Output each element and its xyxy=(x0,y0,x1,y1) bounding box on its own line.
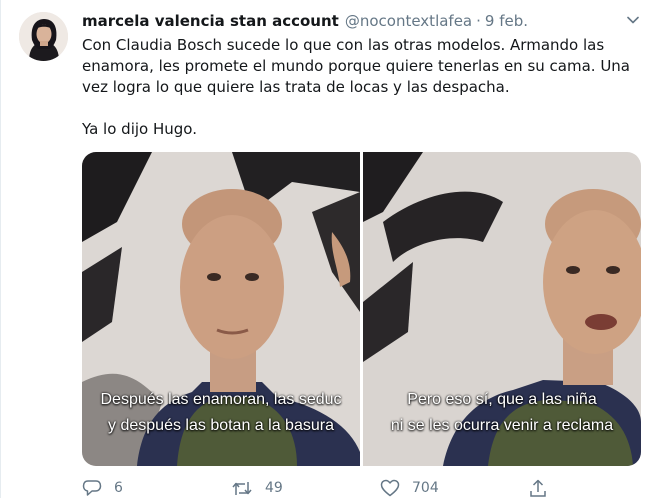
retweet-button[interactable]: 49 xyxy=(231,478,283,498)
reply-button[interactable]: 6 xyxy=(82,478,123,498)
heart-icon xyxy=(380,479,400,497)
tweet-actions: 6 49 704 xyxy=(82,478,642,498)
subtitle-line: ni se les ocurra venir a reclama xyxy=(390,417,614,434)
display-name[interactable]: marcela valencia stan account xyxy=(82,12,339,30)
tweet-text: Con Claudia Bosch sucede lo que con las … xyxy=(82,35,642,140)
tweet-header: marcela valencia stan account @nocontext… xyxy=(82,12,528,32)
media-image-right[interactable]: Pero eso sí, que a las niña ni se les oc… xyxy=(363,152,641,466)
subtitle-line: Pero eso sí, que a las niña xyxy=(407,391,597,408)
like-button[interactable]: 704 xyxy=(380,478,439,498)
share-icon xyxy=(529,479,547,498)
retweet-count: 49 xyxy=(265,480,283,496)
retweet-icon xyxy=(231,479,253,498)
separator: · xyxy=(476,12,481,30)
tweet[interactable]: marcela valencia stan account @nocontext… xyxy=(0,0,665,498)
tweet-text-paragraph: Con Claudia Bosch sucede lo que con las … xyxy=(82,36,630,96)
media-image-left[interactable]: Después las enamoran, las seduc y despué… xyxy=(82,152,360,466)
media-grid[interactable]: Después las enamoran, las seduc y despué… xyxy=(82,152,641,466)
share-button[interactable] xyxy=(529,478,547,498)
subtitle-line: Después las enamoran, las seduc xyxy=(100,391,342,408)
reply-count: 6 xyxy=(114,480,123,496)
chevron-down-icon[interactable] xyxy=(626,12,640,26)
timeline-divider xyxy=(0,0,1,498)
avatar[interactable] xyxy=(19,12,68,61)
timestamp[interactable]: 9 feb. xyxy=(485,12,528,30)
like-count: 704 xyxy=(412,480,439,496)
tweet-text-paragraph: Ya lo dijo Hugo. xyxy=(82,120,197,138)
reply-icon xyxy=(82,479,102,498)
subtitle-line: y después las botan a la basura xyxy=(108,417,334,434)
user-handle[interactable]: @nocontextlafea xyxy=(345,12,472,30)
